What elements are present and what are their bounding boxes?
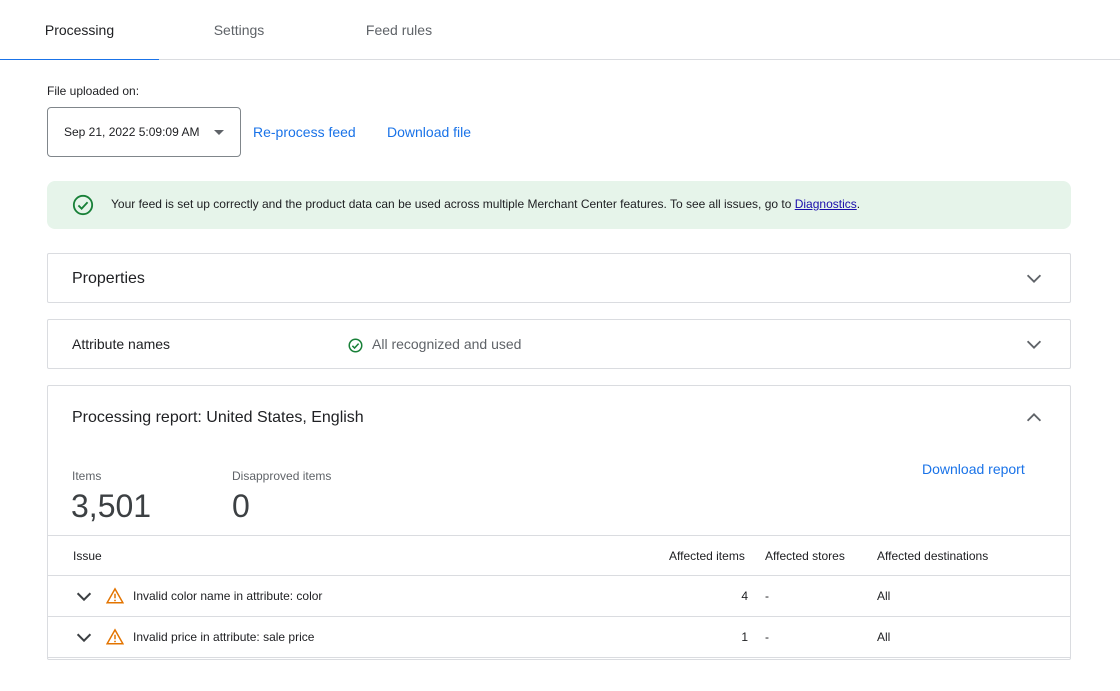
tab-settings[interactable]: Settings [159,0,319,60]
file-uploaded-label: File uploaded on: [47,84,140,98]
affected-stores-value: - [765,589,769,603]
reprocess-feed-link[interactable]: Re-process feed [253,124,356,140]
table-row[interactable]: Invalid color name in attribute: color 4… [48,576,1070,617]
affected-items-value: 4 [741,589,748,603]
attribute-status: All recognized and used [372,336,522,352]
tab-bar: Processing Settings Feed rules [0,0,1120,61]
processing-report-title: Processing report: United States, Englis… [72,409,364,426]
tab-feed-rules-label: Feed rules [365,22,433,38]
tab-processing-label: Processing [44,22,115,38]
upload-date-value: Sep 21, 2022 5:09:09 AM [64,125,200,139]
table-row[interactable]: Invalid price in attribute: sale price 1… [48,617,1070,658]
column-affected-items: Affected items [669,549,745,563]
column-affected-stores: Affected stores [765,549,845,563]
warning-icon [106,587,124,604]
attribute-names-panel[interactable]: Attribute names All recognized and used [47,319,1071,369]
tab-feed-rules[interactable]: Feed rules [319,0,479,60]
disapproved-items-value: 0 [232,488,250,524]
banner-message: Your feed is set up correctly and the pr… [111,197,860,211]
warning-icon [106,628,124,645]
column-affected-destinations: Affected destinations [877,549,989,563]
issue-text: Invalid price in attribute: sale price [133,630,315,644]
banner-text: Your feed is set up correctly and the pr… [111,197,795,211]
issue-text: Invalid color name in attribute: color [133,589,323,603]
download-report-link[interactable]: Download report [922,461,1025,477]
expand-chevron-icon[interactable] [73,585,95,607]
tab-processing[interactable]: Processing [0,0,159,61]
affected-items-value: 1 [741,630,748,644]
items-value: 3,501 [71,488,152,524]
diagnostics-link[interactable]: Diagnostics [795,197,857,211]
issues-table-header: Issue Affected items Affected stores Aff… [48,535,1070,576]
items-label: Items [72,469,102,483]
disapproved-items-label: Disapproved items [232,469,332,483]
chevron-down-icon[interactable] [1023,267,1045,289]
column-issue: Issue [73,549,102,563]
expand-chevron-icon[interactable] [73,626,95,648]
processing-report-panel: Processing report: United States, Englis… [47,385,1071,660]
banner-suffix: . [856,197,861,211]
attribute-names-title: Attribute names [72,336,171,352]
chevron-up-icon[interactable] [1023,407,1045,429]
tab-settings-label: Settings [213,22,265,38]
properties-panel[interactable]: Properties [47,253,1071,303]
check-circle-icon [348,338,363,353]
check-circle-icon [72,194,94,216]
success-banner: Your feed is set up correctly and the pr… [47,181,1071,229]
affected-stores-value: - [765,630,769,644]
dropdown-arrow-icon [214,130,224,135]
download-file-link[interactable]: Download file [387,124,471,140]
chevron-down-icon[interactable] [1023,333,1045,355]
properties-title: Properties [72,270,145,287]
affected-destinations-value: All [877,630,891,644]
upload-date-select[interactable]: Sep 21, 2022 5:09:09 AM [47,107,241,157]
affected-destinations-value: All [877,589,891,603]
